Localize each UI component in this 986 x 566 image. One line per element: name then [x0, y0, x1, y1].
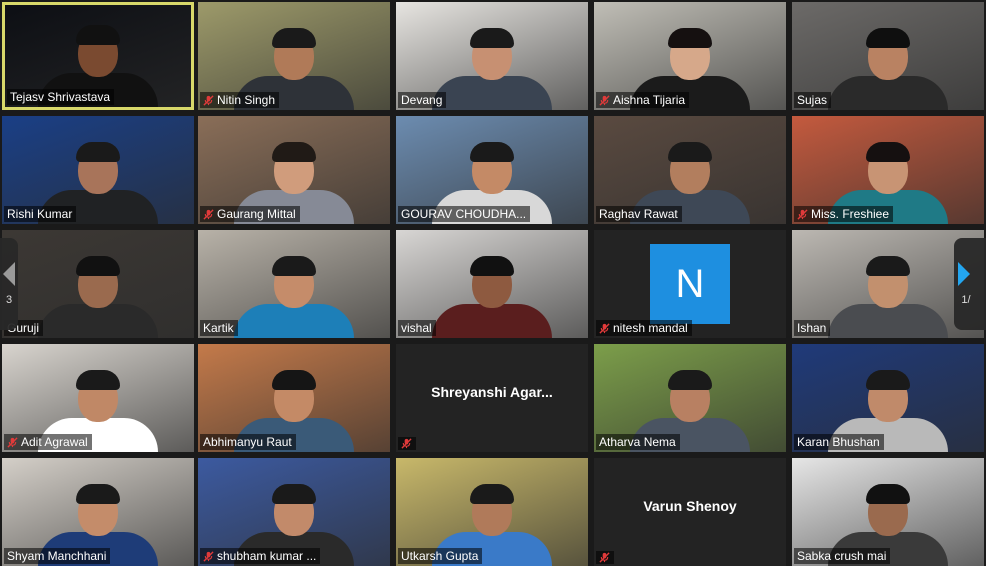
participant-name: Utkarsh Gupta — [401, 549, 479, 563]
participant-name: Aishna Tijaria — [613, 93, 686, 107]
participant-tile[interactable]: Gaurang Mittal — [198, 116, 390, 224]
participant-name: Ishan — [797, 321, 827, 335]
participant-name: Sabka crush mai — [797, 549, 887, 563]
participant-tile[interactable]: GOURAV CHOUDHA... — [396, 116, 588, 224]
participant-tile[interactable]: Kartik — [198, 230, 390, 338]
participant-tile[interactable]: Tejasv Shrivastava — [2, 2, 194, 110]
next-page-number: 1/ — [961, 294, 971, 306]
participant-name-tag: Devang — [398, 92, 447, 108]
participant-name: vishal — [401, 321, 432, 335]
participant-video-figure — [432, 28, 552, 110]
participant-name-tag: Gaurang Mittal — [200, 206, 300, 222]
participant-name-tag: Ishan — [794, 320, 831, 336]
participant-tile[interactable]: Adit Agrawal — [2, 344, 194, 452]
participant-name: Kartik — [203, 321, 234, 335]
participant-tile[interactable]: Sujas — [792, 2, 984, 110]
participant-name-tag: Atharva Nema — [596, 434, 680, 450]
participant-name-tag: Raghav Rawat — [596, 206, 682, 222]
participant-tile[interactable]: Shyam Manchhani — [2, 458, 194, 566]
participant-video-figure — [38, 256, 158, 338]
participant-tile[interactable]: Utkarsh Gupta — [396, 458, 588, 566]
participant-name-tag: Miss. Freshiee — [794, 206, 894, 222]
participant-name-tag: Karan Bhushan — [794, 434, 884, 450]
participant-name: Nitin Singh — [217, 93, 276, 107]
participant-tile[interactable]: shubham kumar ... — [198, 458, 390, 566]
participant-tile[interactable]: Guruji — [2, 230, 194, 338]
muted-microphone-icon — [203, 94, 214, 106]
participant-name: Karan Bhushan — [797, 435, 880, 449]
muted-microphone-icon — [797, 208, 808, 220]
participant-name-tag: Tejasv Shrivastava — [7, 89, 115, 105]
participant-tile[interactable]: Raghav Rawat — [594, 116, 786, 224]
participant-tile[interactable]: Aishna Tijaria — [594, 2, 786, 110]
participant-name-tag: nitesh mandal — [596, 320, 692, 336]
muted-microphone-icon — [203, 208, 214, 220]
participant-video-figure — [234, 256, 354, 338]
participant-tile[interactable]: vishal — [396, 230, 588, 338]
chevron-right-icon — [958, 262, 970, 286]
participant-name-tag: Abhimanyu Raut — [200, 434, 296, 450]
participant-tile[interactable]: Miss. Freshiee — [792, 116, 984, 224]
avatar: N — [650, 244, 730, 324]
participant-name: Adit Agrawal — [21, 435, 88, 449]
participant-display-name: Varun Shenoy — [643, 498, 737, 514]
participant-name: Sujas — [797, 93, 828, 107]
muted-microphone-icon — [7, 436, 18, 448]
participant-tile[interactable]: Nitin Singh — [198, 2, 390, 110]
chevron-left-icon — [3, 262, 15, 286]
participant-name-tag: vishal — [398, 320, 436, 336]
muted-microphone-icon — [599, 322, 610, 334]
participant-name-tag: Aishna Tijaria — [596, 92, 690, 108]
participant-name-tag: Sujas — [794, 92, 832, 108]
participant-name-tag — [398, 437, 416, 450]
participant-tile[interactable]: Shreyanshi Agar... — [396, 344, 588, 452]
participant-name: nitesh mandal — [613, 321, 688, 335]
participant-tile[interactable]: Abhimanyu Raut — [198, 344, 390, 452]
participant-name-tag: Utkarsh Gupta — [398, 548, 483, 564]
muted-microphone-icon — [599, 94, 610, 106]
muted-microphone-icon — [401, 438, 412, 449]
previous-page-number: 3 — [5, 294, 13, 306]
participant-name: Raghav Rawat — [599, 207, 678, 221]
participant-name: GOURAV CHOUDHA... — [401, 207, 527, 221]
participant-name: shubham kumar ... — [217, 549, 317, 563]
participant-name: Abhimanyu Raut — [203, 435, 292, 449]
participant-name-tag: GOURAV CHOUDHA... — [398, 206, 531, 222]
participant-tile[interactable]: Sabka crush mai — [792, 458, 984, 566]
participant-name: Shyam Manchhani — [7, 549, 107, 563]
participant-name-tag: Kartik — [200, 320, 238, 336]
video-grid: Tejasv Shrivastava Nitin Singh Devang Aishn… — [0, 0, 986, 566]
participant-display-name: Shreyanshi Agar... — [431, 384, 553, 400]
participant-tile[interactable]: Karan Bhushan — [792, 344, 984, 452]
participant-video-figure — [828, 28, 948, 110]
participant-video-figure — [432, 256, 552, 338]
participant-name: Rishi Kumar — [7, 207, 73, 221]
participant-name: Atharva Nema — [599, 435, 676, 449]
participant-name-tag — [596, 551, 614, 564]
participant-tile[interactable]: Atharva Nema — [594, 344, 786, 452]
participant-name: Gaurang Mittal — [217, 207, 296, 221]
participant-tile[interactable]: Varun Shenoy — [594, 458, 786, 566]
participant-tile[interactable]: Devang — [396, 2, 588, 110]
participant-video-figure — [828, 256, 948, 338]
participant-name-tag: Rishi Kumar — [4, 206, 77, 222]
muted-microphone-icon — [599, 552, 610, 563]
participant-name-tag: Sabka crush mai — [794, 548, 891, 564]
muted-microphone-icon — [203, 550, 214, 562]
previous-page-button[interactable]: 3 — [0, 238, 18, 330]
participant-name-tag: Adit Agrawal — [4, 434, 92, 450]
participant-name-tag: Nitin Singh — [200, 92, 280, 108]
participant-name: Tejasv Shrivastava — [10, 90, 111, 104]
participant-name-tag: Shyam Manchhani — [4, 548, 111, 564]
participant-tile[interactable]: Rishi Kumar — [2, 116, 194, 224]
participant-name: Miss. Freshiee — [811, 207, 890, 221]
participant-name: Devang — [401, 93, 443, 107]
participant-tile[interactable]: Nnitesh mandal — [594, 230, 786, 338]
participant-name-tag: shubham kumar ... — [200, 548, 321, 564]
next-page-button[interactable]: 1/ — [954, 238, 986, 330]
